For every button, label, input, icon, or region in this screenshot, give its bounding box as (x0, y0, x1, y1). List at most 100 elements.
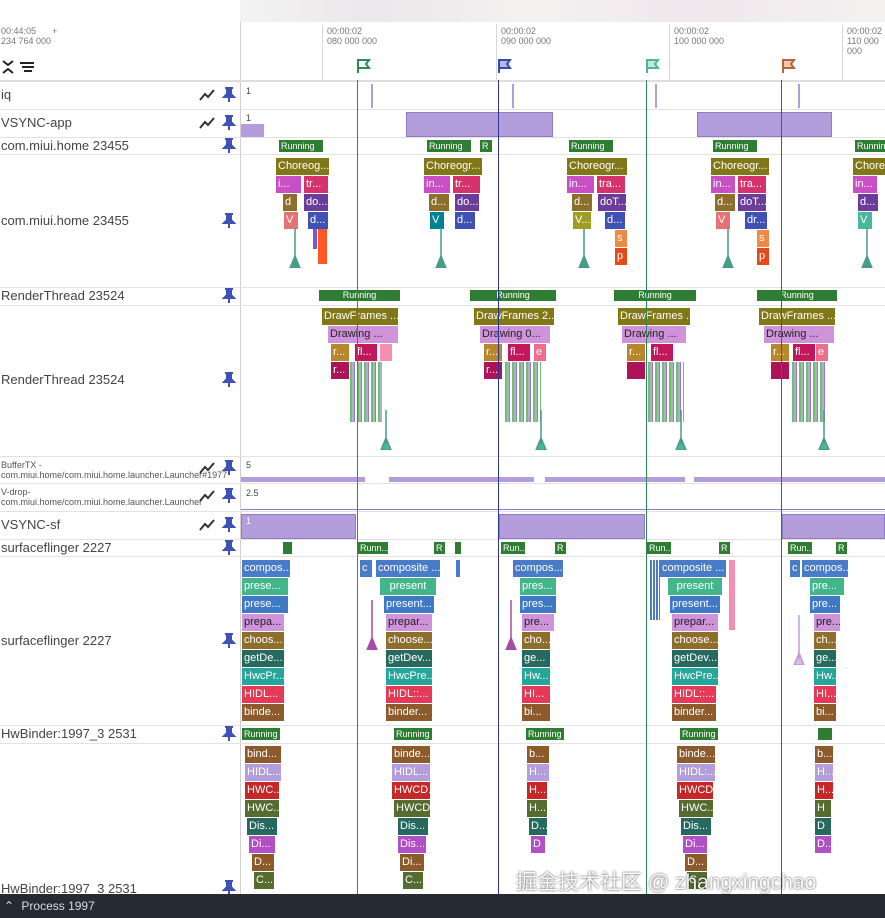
slice[interactable]: Choreog... (276, 158, 329, 175)
details-panel-header[interactable]: ⌃ Process 1997 (0, 894, 885, 918)
thread-state-slice[interactable]: R (434, 542, 445, 554)
slice[interactable]: D... (529, 818, 547, 835)
slice[interactable]: d... (308, 212, 328, 229)
collapse-all-icon[interactable] (0, 59, 16, 75)
slice[interactable]: HIDL... (242, 686, 284, 703)
slice[interactable]: Hw... (522, 668, 550, 685)
slice[interactable]: Di... (683, 836, 707, 853)
thread-state-slice[interactable]: Running (757, 290, 837, 301)
pin-icon[interactable] (221, 138, 237, 154)
overview-timeline[interactable] (240, 0, 885, 22)
counter-chart-icon[interactable] (199, 488, 215, 504)
thread-state-slice[interactable]: Runn... (358, 542, 388, 554)
slice[interactable]: p (615, 248, 627, 265)
thread-state-slice[interactable]: R (719, 542, 730, 554)
slice[interactable]: bi... (522, 704, 550, 721)
slice[interactable]: HWC... (245, 782, 279, 799)
slice[interactable]: tra... (738, 176, 766, 193)
thread-state-slice[interactable]: Running (279, 140, 323, 152)
slice[interactable]: d... (429, 194, 449, 211)
slice[interactable]: i... (276, 176, 301, 193)
slice[interactable]: HwcPre... (386, 668, 432, 685)
slice[interactable]: pre... (814, 614, 840, 631)
slice[interactable]: b... (815, 746, 833, 763)
slice[interactable]: binde... (392, 746, 430, 763)
flag-icon[interactable] (781, 58, 797, 74)
slice[interactable]: H... (815, 764, 833, 781)
slice[interactable]: Dis... (398, 818, 428, 835)
slice[interactable]: HWC... (245, 800, 279, 817)
slice[interactable]: in... (567, 176, 594, 193)
slice[interactable]: ge... (522, 650, 550, 667)
slice[interactable]: prese... (242, 578, 288, 595)
slice[interactable]: present... (384, 596, 434, 613)
thread-state-slice[interactable]: Running (242, 728, 280, 740)
pin-icon[interactable] (221, 213, 237, 229)
slice[interactable]: doT... (598, 194, 626, 211)
slice[interactable]: prepa... (242, 614, 284, 631)
slice[interactable]: Drawing ... (764, 326, 834, 343)
slice[interactable]: binder... (672, 704, 716, 721)
pin-icon[interactable] (221, 540, 237, 556)
slice[interactable]: d... (605, 212, 625, 229)
slice[interactable]: HI... (814, 686, 836, 703)
slice[interactable]: HWCD... (394, 800, 430, 817)
thread-state-slice[interactable]: Running (713, 140, 757, 152)
slice[interactable]: Dis... (398, 836, 426, 853)
slice[interactable]: bi... (814, 704, 836, 721)
counter-chart-icon[interactable] (199, 460, 215, 476)
slice[interactable]: Drawing ... (622, 326, 686, 343)
thread-state-slice[interactable]: Running (569, 140, 613, 152)
slice[interactable]: ge... (814, 650, 836, 667)
slice[interactable]: d... (455, 212, 475, 229)
slice[interactable]: pres... (520, 578, 556, 595)
slice[interactable]: V (716, 212, 730, 229)
slice[interactable]: tr... (304, 176, 328, 193)
slice[interactable]: binder... (386, 704, 432, 721)
flag-icon[interactable] (356, 58, 372, 74)
slice[interactable]: D (531, 836, 545, 853)
slice[interactable]: Choreogr... (424, 158, 482, 175)
slice[interactable]: HIDL... (392, 764, 430, 781)
thread-state-slice[interactable]: Running (470, 290, 556, 301)
pin-icon[interactable] (221, 460, 237, 476)
slice[interactable]: s (757, 230, 769, 247)
slice[interactable]: V (284, 212, 298, 229)
flag-icon[interactable] (645, 58, 661, 74)
thread-state-slice[interactable]: R (555, 542, 566, 554)
thread-state-slice[interactable]: R (480, 140, 492, 152)
pin-icon[interactable] (221, 288, 237, 304)
pin-icon[interactable] (221, 87, 237, 103)
slice[interactable]: compos... (802, 560, 848, 577)
slice[interactable]: c (360, 560, 372, 577)
slice[interactable]: prese... (242, 596, 288, 613)
slice[interactable]: do... (304, 194, 328, 211)
slice[interactable]: D (815, 818, 831, 835)
slice[interactable]: C... (403, 872, 423, 889)
slice[interactable]: choose... (386, 632, 432, 649)
slice[interactable]: getDev... (386, 650, 432, 667)
slice[interactable]: H... (527, 782, 547, 799)
thread-state-slice[interactable]: R (836, 542, 847, 554)
slice[interactable]: H (815, 800, 831, 817)
slice[interactable]: HWC... (679, 800, 713, 817)
flag-icon[interactable] (497, 58, 513, 74)
slice[interactable]: in... (853, 176, 877, 193)
slice[interactable]: Hw... (814, 668, 836, 685)
slice[interactable]: present... (670, 596, 720, 613)
slice[interactable]: HI... (522, 686, 550, 703)
slice[interactable]: fl... (355, 344, 377, 361)
slice[interactable]: HwcPre... (672, 668, 718, 685)
pin-icon[interactable] (221, 372, 237, 388)
slice[interactable]: DrawFrames 2... (474, 308, 554, 325)
slice[interactable]: HWCD... (677, 782, 713, 799)
slice[interactable]: binde... (677, 746, 715, 763)
slice[interactable]: HIDL::... (672, 686, 716, 703)
slice[interactable]: d... (715, 194, 735, 211)
pin-icon[interactable] (221, 726, 237, 742)
thread-state-slice[interactable]: Running (394, 728, 432, 740)
slice[interactable]: DrawFrames ... (322, 308, 398, 325)
thread-state-slice[interactable]: Running (614, 290, 696, 301)
slice[interactable]: getDev... (672, 650, 718, 667)
slice[interactable]: binde... (242, 704, 284, 721)
